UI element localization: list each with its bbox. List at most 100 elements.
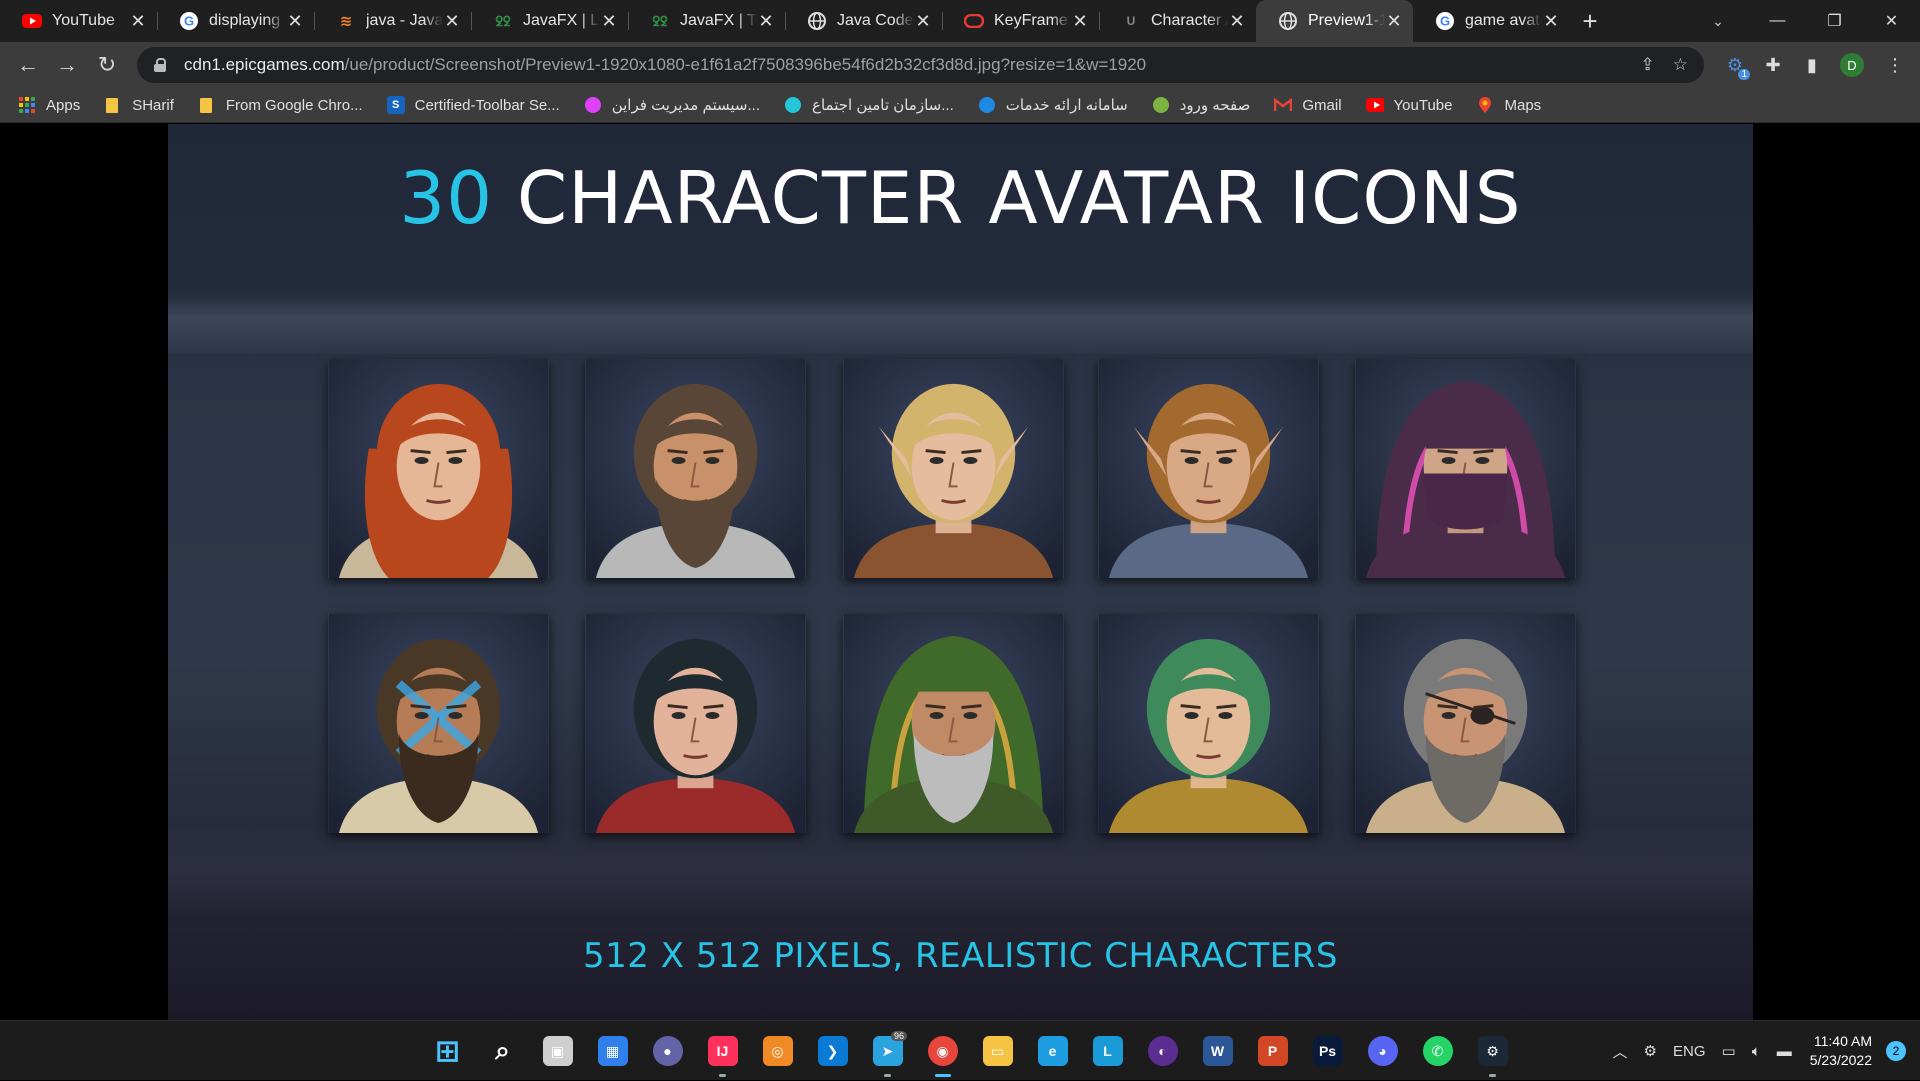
bookmark-item[interactable]: Apps — [18, 96, 80, 114]
back-button[interactable]: ← — [12, 49, 44, 81]
bookmark-item[interactable]: صفحه ورود — [1152, 96, 1251, 114]
clock[interactable]: 11:40 AM 5/23/2022 — [1810, 1032, 1872, 1070]
extensions-puzzle-icon[interactable]: ✚ — [1758, 50, 1788, 80]
bookmark-star-icon[interactable]: ☆ — [1673, 55, 1688, 75]
taskbar-blender-like-button[interactable]: ◎ — [750, 1021, 805, 1081]
lock-icon[interactable] — [154, 58, 166, 72]
taskbar-search-button[interactable]: ⌕ — [475, 1021, 530, 1081]
google-icon: G — [179, 11, 199, 31]
bookmark-label: صفحه ورود — [1179, 97, 1251, 114]
new-tab-button[interactable]: + — [1570, 0, 1610, 42]
taskbar-intellij-button[interactable]: IJ — [695, 1021, 750, 1081]
extension-badge: 1 — [1738, 69, 1750, 80]
bookmark-item[interactable]: سامانه ارائه خدمات — [978, 96, 1128, 114]
browser-tab[interactable]: ꝿꝿ JavaFX | Tex✕ — [628, 0, 785, 42]
close-tab-icon[interactable]: ✕ — [286, 11, 304, 32]
taskbar-task-view-button[interactable]: ▣ — [530, 1021, 585, 1081]
address-bar[interactable]: cdn1.epicgames.com/ue/product/Screenshot… — [137, 47, 1704, 83]
taskbar-windows-start-button[interactable]: ⊞ — [420, 1021, 475, 1081]
tab-title: displaying t — [209, 12, 286, 29]
bookmark-item[interactable]: From Google Chro... — [198, 96, 363, 114]
headline-text: CHARACTER AVATAR ICONS — [516, 156, 1522, 240]
share-icon[interactable]: ⇪ — [1641, 55, 1655, 75]
taskbar-file-explorer-button[interactable]: ▭ — [970, 1021, 1025, 1081]
youtube-icon — [1365, 96, 1384, 114]
steam-tray-icon[interactable]: ⚙ — [1644, 1042, 1657, 1060]
close-tab-icon[interactable]: ✕ — [1071, 11, 1089, 32]
tab-search-button[interactable]: ⌄ — [1690, 0, 1746, 42]
url-text[interactable]: cdn1.epicgames.com/ue/product/Screenshot… — [184, 55, 1146, 75]
taskbar-telegram-button[interactable]: ➤ 96 — [860, 1021, 915, 1081]
taskbar-media-player-button[interactable]: ◐ — [1135, 1021, 1190, 1081]
taskbar-teams-chat-button[interactable]: ● — [640, 1021, 695, 1081]
forward-button[interactable]: → — [51, 49, 83, 81]
browser-tab[interactable]: Ggame avata ✕ — [1413, 0, 1570, 42]
taskbar-chrome-button[interactable]: ◉ — [915, 1021, 970, 1081]
bookmark-item[interactable]: Gmail — [1274, 96, 1342, 114]
bookmark-item[interactable]: سازمان تامین اجتماع... — [784, 96, 954, 114]
bookmark-item[interactable]: YouTube — [1365, 96, 1453, 114]
chevron-up-icon[interactable]: ︿ — [1613, 1041, 1628, 1062]
taskbar-widgets-button[interactable]: ▦ — [585, 1021, 640, 1081]
bookmark-item[interactable]: SHarif — [104, 96, 174, 114]
close-tab-icon[interactable]: ✕ — [1542, 11, 1560, 32]
avatar-elf-knight — [1098, 359, 1319, 578]
close-tab-icon[interactable]: ✕ — [1385, 11, 1403, 32]
windows-start-icon: ⊞ — [434, 1034, 461, 1068]
lingoes-icon: L — [1092, 1036, 1123, 1066]
browser-tab[interactable]: Preview1-1 ✕ — [1256, 0, 1413, 42]
url-path: /ue/product/Screenshot/Preview1-1920x108… — [344, 55, 1147, 74]
battery-icon[interactable]: ▬ — [1777, 1043, 1792, 1060]
browser-tab[interactable]: KeyFrame (✕ — [942, 0, 1099, 42]
browser-tab[interactable]: Gdisplaying t ✕ — [157, 0, 314, 42]
preview-image: 30 CHARACTER AVATAR ICONS 512 X 512 PIXE… — [168, 124, 1753, 1020]
taskbar-discord-button[interactable]: ◕ — [1355, 1021, 1410, 1081]
minimize-button[interactable]: — — [1749, 0, 1806, 42]
telegram-unread-badge: 96 — [890, 1031, 907, 1041]
folder-icon — [104, 96, 122, 114]
browser-tab[interactable]: ≋ java - JavaF✕ — [314, 0, 471, 42]
taskbar-vscode-button[interactable]: ❯ — [805, 1021, 860, 1081]
close-tab-icon[interactable]: ✕ — [600, 11, 618, 32]
bookmark-item[interactable]: Maps — [1476, 96, 1541, 114]
profile-avatar[interactable]: D — [1840, 53, 1864, 77]
volume-icon[interactable]: 🔈︎ — [1752, 1043, 1761, 1060]
browser-tab[interactable]: U Character A ✕ — [1099, 0, 1256, 42]
close-tab-icon[interactable]: ✕ — [443, 11, 461, 32]
taskbar-steam-button[interactable]: ⚙ — [1465, 1021, 1520, 1081]
network-icon[interactable]: ▭ — [1722, 1042, 1736, 1060]
browser-tab[interactable]: Java Code E✕ — [785, 0, 942, 42]
close-tab-icon[interactable]: ✕ — [914, 11, 932, 32]
extension-icon[interactable]: ⚙ 1 — [1720, 50, 1750, 80]
close-tab-icon[interactable]: ✕ — [129, 11, 147, 32]
svg-text:G: G — [1440, 14, 1450, 29]
bookmark-label: Apps — [46, 96, 81, 114]
taskbar-edge-button[interactable]: e — [1025, 1021, 1080, 1081]
menu-kebab-icon[interactable]: ⋮ — [1880, 50, 1910, 80]
taskbar-word-button[interactable]: W — [1190, 1021, 1245, 1081]
avatar-green-hooded-ranger — [843, 614, 1064, 833]
notification-badge[interactable]: 2 — [1886, 1041, 1906, 1061]
clock-date: 5/23/2022 — [1809, 1052, 1872, 1068]
bookmark-item[interactable]: سیستم مدیریت فراین... — [584, 96, 760, 114]
side-panel-icon[interactable]: ▮ — [1797, 50, 1827, 80]
taskbar-lingoes-button[interactable]: L — [1080, 1021, 1135, 1081]
system-tray: ︿ ⚙ ENG ▭ 🔈︎ ▬ 11:40 AM 5/23/2022 2 — [1605, 1021, 1920, 1081]
seal-icon — [1152, 96, 1170, 114]
browser-tab[interactable]: ꝿꝿ JavaFX | Lab✕ — [471, 0, 628, 42]
tab-list: YouTube✕Gdisplaying t✕≋java - JavaF✕ꝿꝿJa… — [0, 0, 1570, 42]
language-indicator[interactable]: ENG — [1673, 1043, 1706, 1060]
taskbar-wps-presentation-button[interactable]: P — [1245, 1021, 1300, 1081]
headline-number: 30 — [399, 156, 494, 240]
geeksforgeeks-icon: ꝿꝿ — [652, 14, 668, 29]
bookmark-label: YouTube — [1393, 96, 1453, 114]
bookmark-item[interactable]: S Certified-Toolbar Se... — [386, 96, 560, 114]
reload-button[interactable]: ↻ — [91, 49, 123, 81]
taskbar-photoshop-button[interactable]: Ps — [1300, 1021, 1355, 1081]
close-tab-icon[interactable]: ✕ — [1228, 11, 1246, 32]
browser-tab[interactable]: YouTube ✕ — [0, 0, 157, 42]
close-window-button[interactable]: ✕ — [1863, 0, 1920, 42]
close-tab-icon[interactable]: ✕ — [757, 11, 775, 32]
restore-button[interactable]: ❐ — [1806, 0, 1863, 42]
taskbar-whatsapp-button[interactable]: ✆ — [1410, 1021, 1465, 1081]
